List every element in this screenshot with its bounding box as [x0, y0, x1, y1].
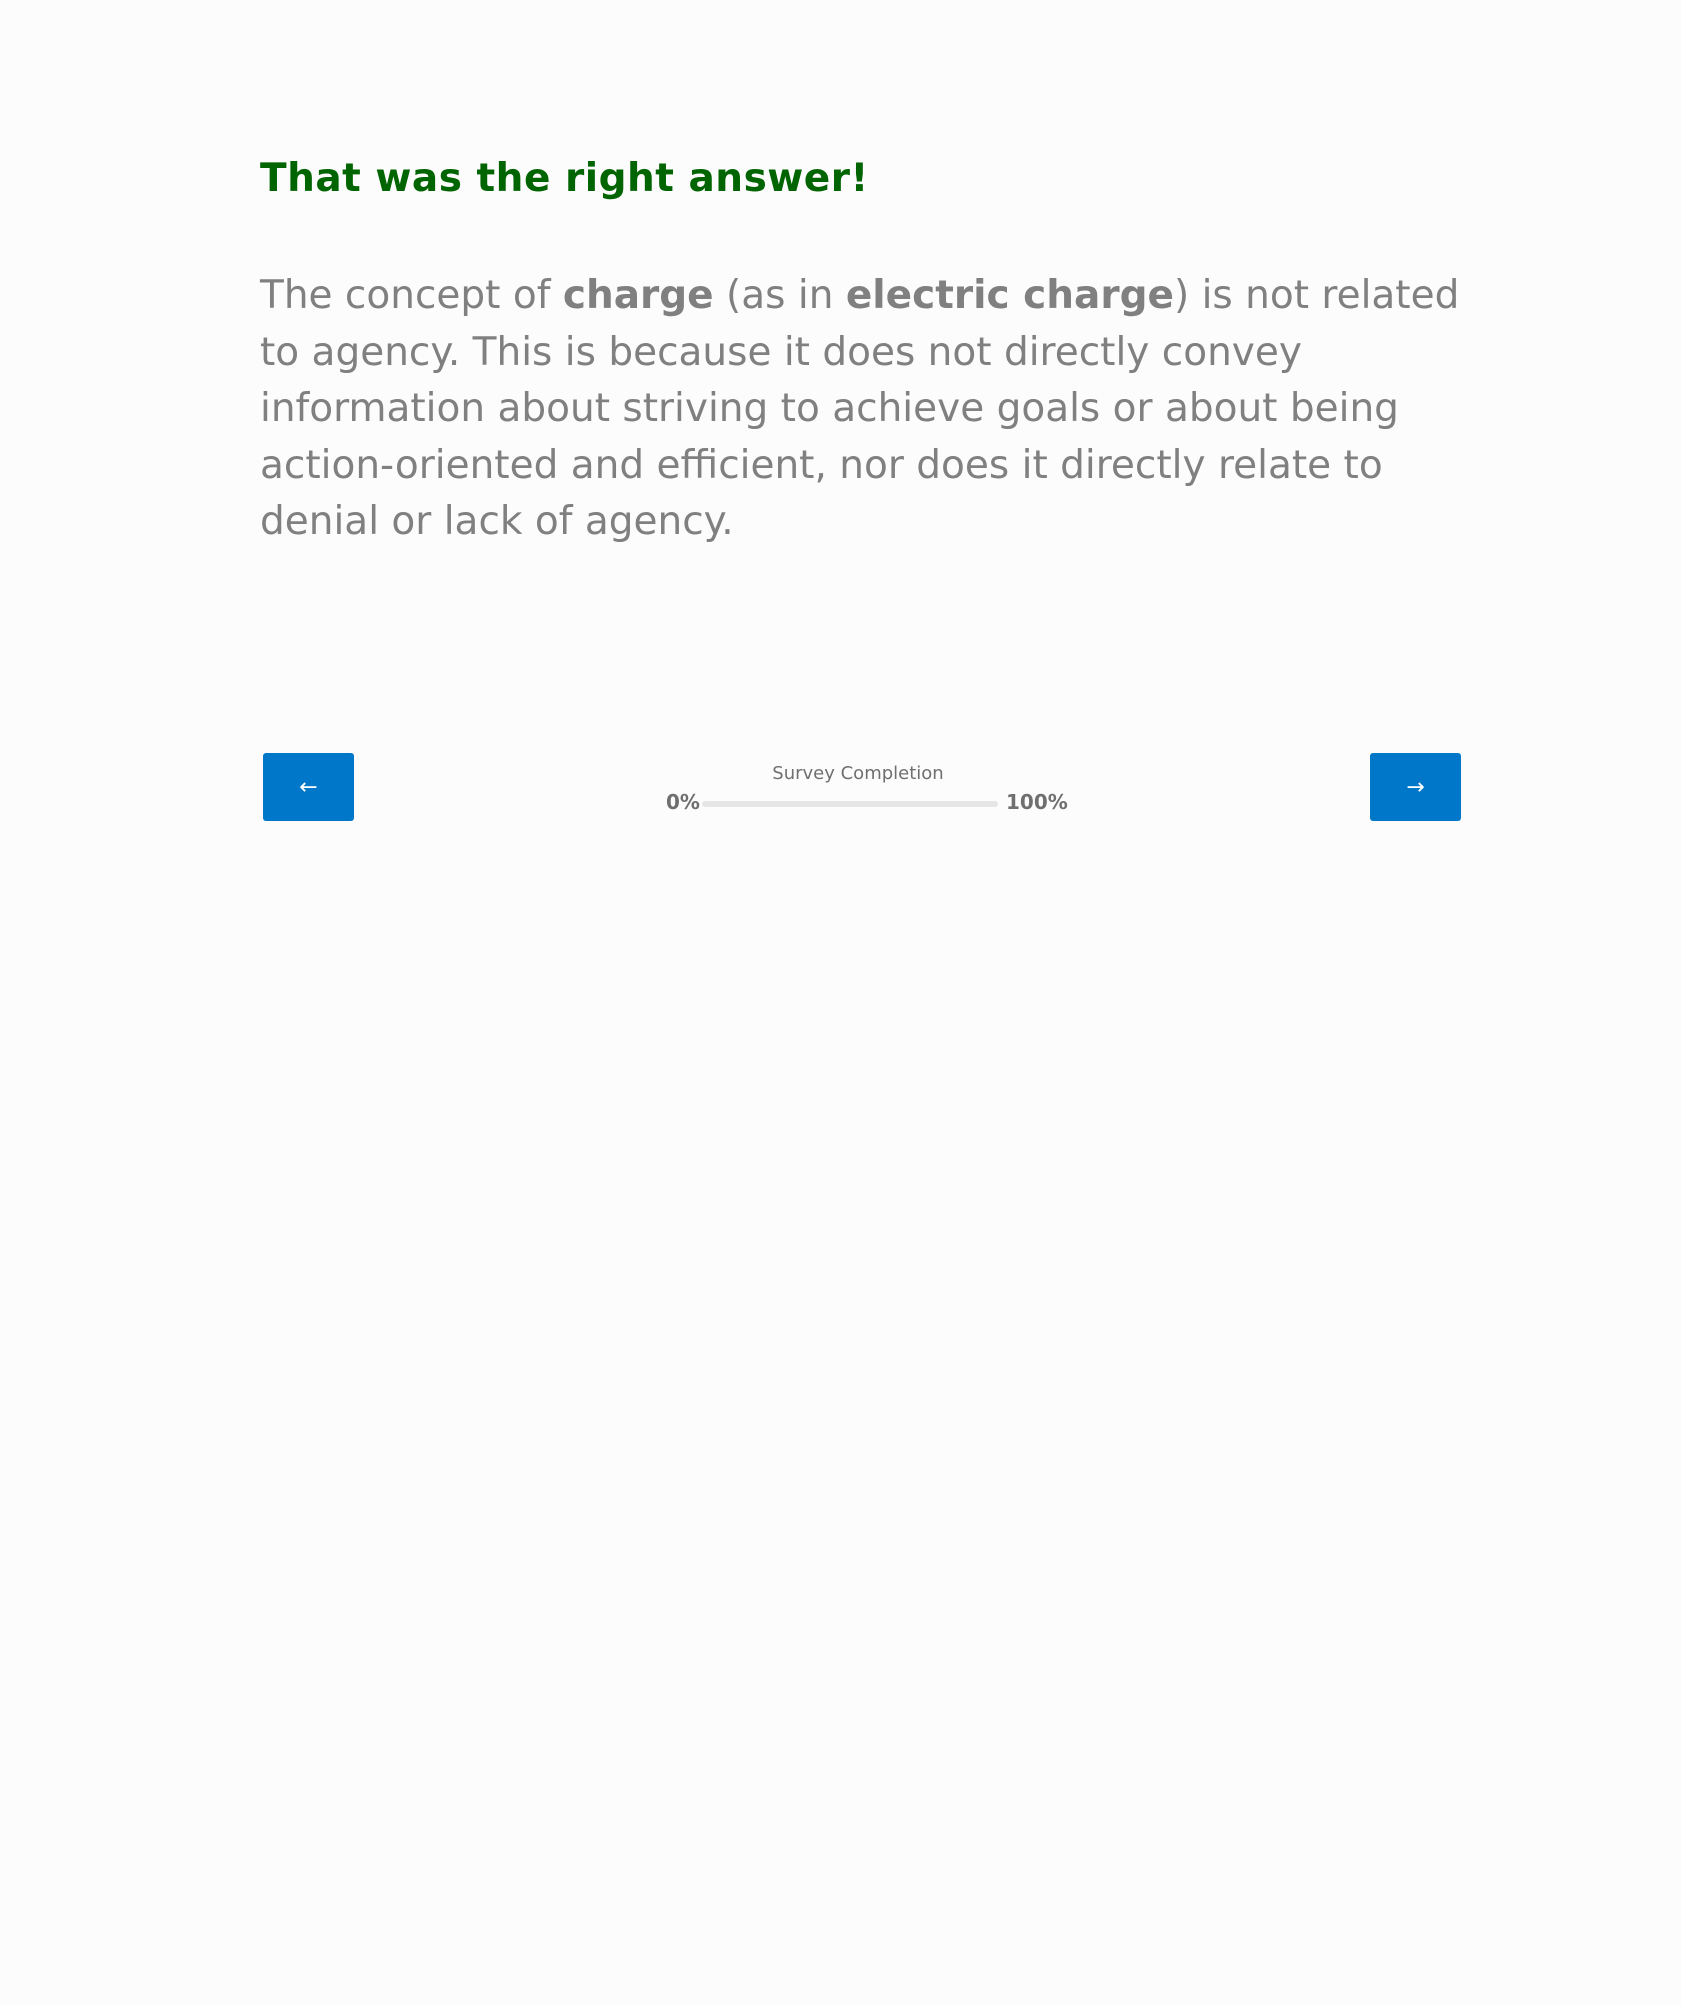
next-button[interactable]: →	[1370, 753, 1461, 821]
previous-button[interactable]: ←	[263, 753, 354, 821]
explanation-bold-term: electric charge	[845, 273, 1174, 318]
feedback-title: That was the right answer!	[260, 156, 869, 201]
progress-bar	[702, 801, 998, 807]
progress-max-label: 100%	[1006, 790, 1068, 814]
explanation-text: The concept of charge (as in electric ch…	[260, 268, 1460, 551]
explanation-bold-term: charge	[562, 273, 714, 318]
progress-min-label: 0%	[666, 790, 700, 814]
explanation-segment: (as in	[713, 273, 846, 318]
progress-label: Survey Completion	[772, 763, 944, 784]
explanation-segment: The concept of	[260, 273, 563, 318]
arrow-left-icon: ←	[299, 774, 318, 800]
arrow-right-icon: →	[1406, 774, 1425, 800]
